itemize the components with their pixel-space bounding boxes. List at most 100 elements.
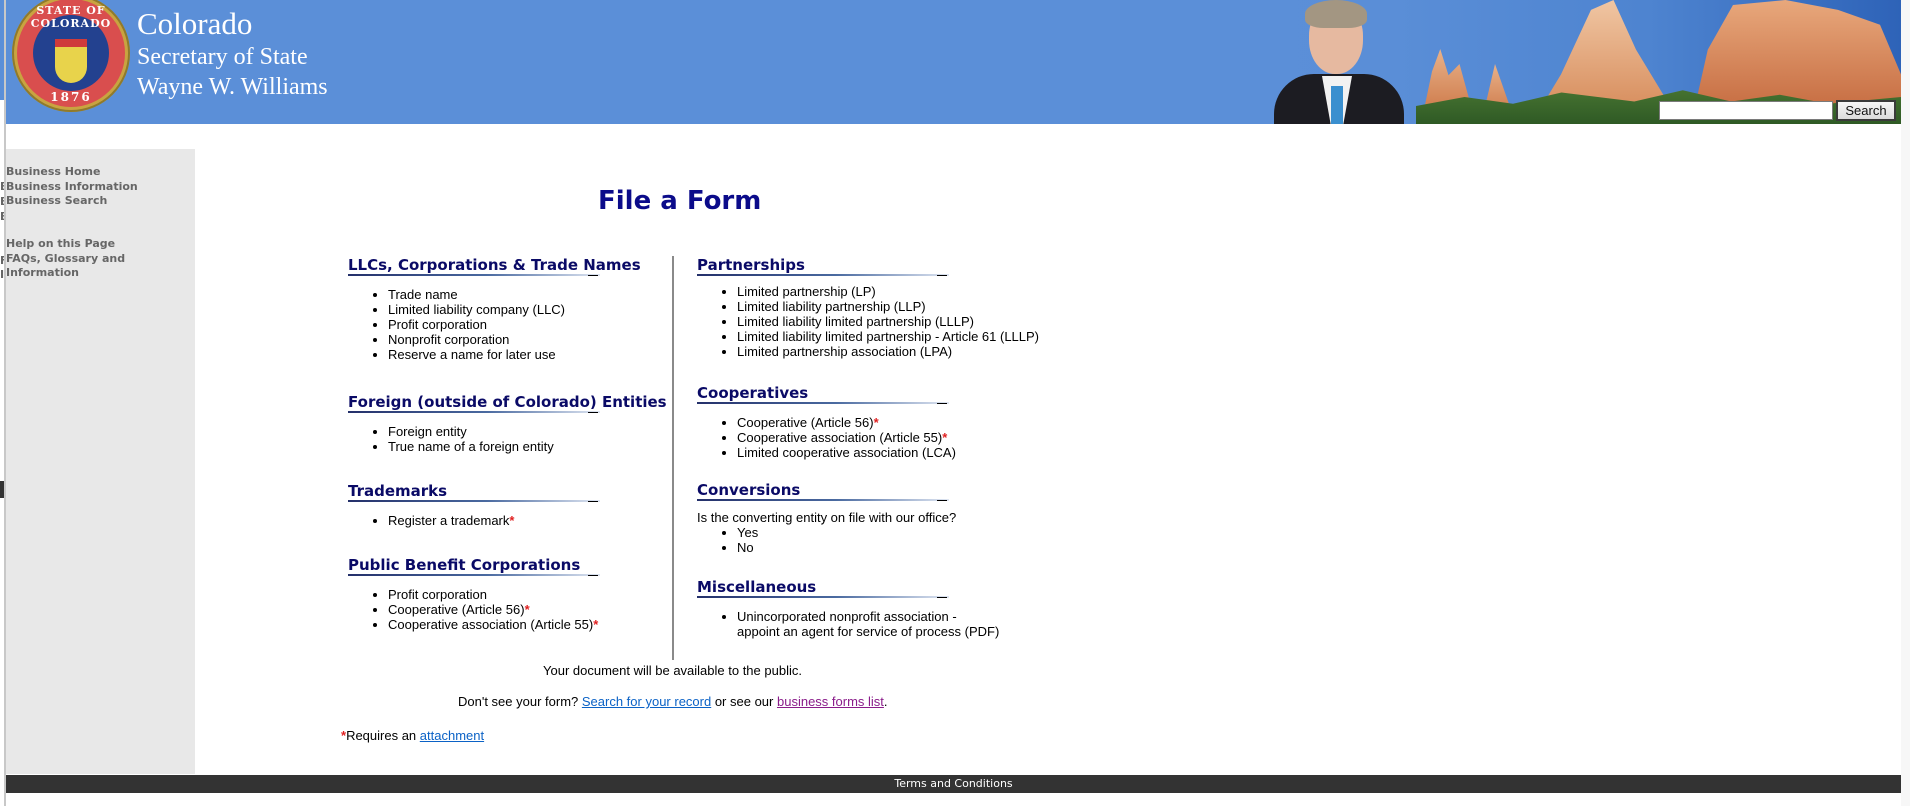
heading-mark [588,501,598,502]
dont-see-suffix: . [883,694,888,709]
section-heading: LLCs, Corporations & Trade Names [348,255,641,276]
form-list: Foreign entity True name of a foreign en… [348,424,667,454]
section-trademarks: Trademarks Register a trademark* [348,481,600,528]
list-item[interactable]: Profit corporation [388,587,598,602]
site-search-input[interactable] [1659,101,1833,120]
search-button[interactable]: Search [1836,100,1896,121]
requires-attachment-note: *Requires an attachment [341,728,484,743]
form-link[interactable]: Reserve a name for later use [388,347,556,362]
list-item[interactable]: Limited liability company (LLC) [388,302,641,317]
form-link[interactable]: Trade name [388,287,458,302]
form-link[interactable]: Limited liability company (LLC) [388,302,565,317]
form-link[interactable]: Limited liability limited partnership - … [737,329,1039,344]
form-link[interactable]: Limited partnership (LP) [737,284,876,299]
section-heading: Public Benefit Corporations [348,555,600,576]
state-name: Colorado [137,6,253,41]
sidebar-link-faqs-cont[interactable]: Information [6,266,125,281]
form-list: Unincorporated nonprofit association -ap… [697,609,999,639]
list-item[interactable]: True name of a foreign entity [388,439,667,454]
list-item[interactable]: Limited partnership (LP) [737,284,1039,299]
list-item[interactable]: Profit corporation [388,317,641,332]
form-link[interactable]: Limited partnership association (LPA) [737,344,952,359]
sidebar-link-business-search[interactable]: Business Search [6,194,138,209]
list-item[interactable]: Cooperative (Article 56)* [737,415,956,430]
form-link[interactable]: Cooperative (Article 56) [737,415,874,430]
required-asterisk: * [873,415,879,430]
list-item[interactable]: Cooperative association (Article 55)* [388,617,598,632]
section-conversions: Conversions Is the converting entity on … [697,480,956,555]
business-forms-list-link[interactable]: business forms list [777,694,884,709]
form-link[interactable]: Limited liability partnership (LLP) [737,299,926,314]
form-link[interactable]: Cooperative (Article 56) [388,602,525,617]
required-asterisk: * [509,513,515,528]
section-heading-text: Cooperatives [697,384,809,402]
list-item[interactable]: Register a trademark* [388,513,514,528]
section-miscellaneous: Miscellaneous Unincorporated nonprofit a… [697,577,999,639]
column-divider [672,256,674,660]
list-item[interactable]: Limited cooperative association (LCA) [737,445,956,460]
form-link[interactable]: No [737,540,754,555]
section-heading-text: LLCs, Corporations & Trade Names [348,256,641,274]
site-header: STATE OF COLORADO 1876 Colorado Secretar… [6,0,1901,124]
search-record-link[interactable]: Search for your record [582,694,711,709]
section-llcs-corporations: LLCs, Corporations & Trade Names Trade n… [348,255,641,362]
terms-link[interactable]: Terms and Conditions [894,777,1012,790]
dont-see-middle: or see our [711,694,777,709]
form-list: Trade name Limited liability company (LL… [348,287,641,362]
form-list: Limited partnership (LP) Limited liabili… [697,284,1039,359]
heading-mark [588,275,598,276]
form-link[interactable]: Cooperative association (Article 55) [388,617,593,632]
form-link[interactable]: Limited cooperative association (LCA) [737,445,956,460]
list-item[interactable]: Reserve a name for later use [388,347,641,362]
list-item[interactable]: Limited liability limited partnership (L… [737,314,1039,329]
section-heading-text: Foreign (outside of Colorado) Entities [348,393,667,411]
list-item[interactable]: Yes [737,525,956,540]
dont-see-form: Don't see your form? Search for your rec… [458,694,888,709]
list-item[interactable]: Nonprofit corporation [388,332,641,347]
dont-see-prefix: Don't see your form? [458,694,582,709]
section-heading-text: Public Benefit Corporations [348,556,581,574]
section-cooperatives: Cooperatives Cooperative (Article 56)* C… [697,383,956,460]
form-link[interactable]: Unincorporated nonprofit association - [737,609,957,624]
form-link[interactable]: Cooperative association (Article 55) [737,430,942,445]
form-list: Cooperative (Article 56)* Cooperative as… [697,415,956,460]
sidebar-link-faqs[interactable]: FAQs, Glossary and [6,252,125,267]
list-item[interactable]: Limited liability partnership (LLP) [737,299,1039,314]
sidebar-link-business-information[interactable]: Business Information [6,180,138,195]
list-item[interactable]: Limited liability limited partnership - … [737,329,1039,344]
list-item[interactable]: No [737,540,956,555]
section-heading: Trademarks [348,481,600,502]
form-link[interactable]: Limited liability limited partnership (L… [737,314,974,329]
list-item[interactable]: Unincorporated nonprofit association -ap… [737,609,999,639]
attachment-link[interactable]: attachment [420,728,484,743]
portrait-tie [1331,86,1343,124]
heading-mark [937,597,947,598]
form-link[interactable]: Nonprofit corporation [388,332,509,347]
section-heading: Foreign (outside of Colorado) Entities [348,392,667,413]
footer: Terms and Conditions [6,775,1901,793]
heading-mark [588,575,598,576]
section-heading: Cooperatives [697,383,956,404]
sidebar-link-help[interactable]: Help on this Page [6,237,125,252]
list-item[interactable]: Cooperative association (Article 55)* [737,430,956,445]
form-link[interactable]: Profit corporation [388,317,487,332]
section-public-benefit-corporations: Public Benefit Corporations Profit corpo… [348,555,600,632]
form-link[interactable]: Register a trademark [388,513,509,528]
public-notice: Your document will be available to the p… [543,663,802,678]
list-item[interactable]: Limited partnership association (LPA) [737,344,1039,359]
list-item[interactable]: Foreign entity [388,424,667,439]
form-link[interactable]: Foreign entity [388,424,467,439]
list-item[interactable]: Trade name [388,287,641,302]
form-link[interactable]: appoint an agent for service of process … [737,624,999,639]
list-item[interactable]: Cooperative (Article 56)* [388,602,598,617]
form-link[interactable]: Profit corporation [388,587,487,602]
form-link[interactable]: True name of a foreign entity [388,439,554,454]
heading-underline [697,402,949,404]
heading-mark [937,500,947,501]
form-link[interactable]: Yes [737,525,758,540]
seal-top-text: STATE OF COLORADO [30,4,112,30]
state-seal-logo[interactable]: STATE OF COLORADO 1876 [12,0,130,112]
sidebar: Business Home Business Information Busin… [6,149,195,774]
heading-underline [697,274,949,276]
sidebar-link-business-home[interactable]: Business Home [6,165,138,180]
